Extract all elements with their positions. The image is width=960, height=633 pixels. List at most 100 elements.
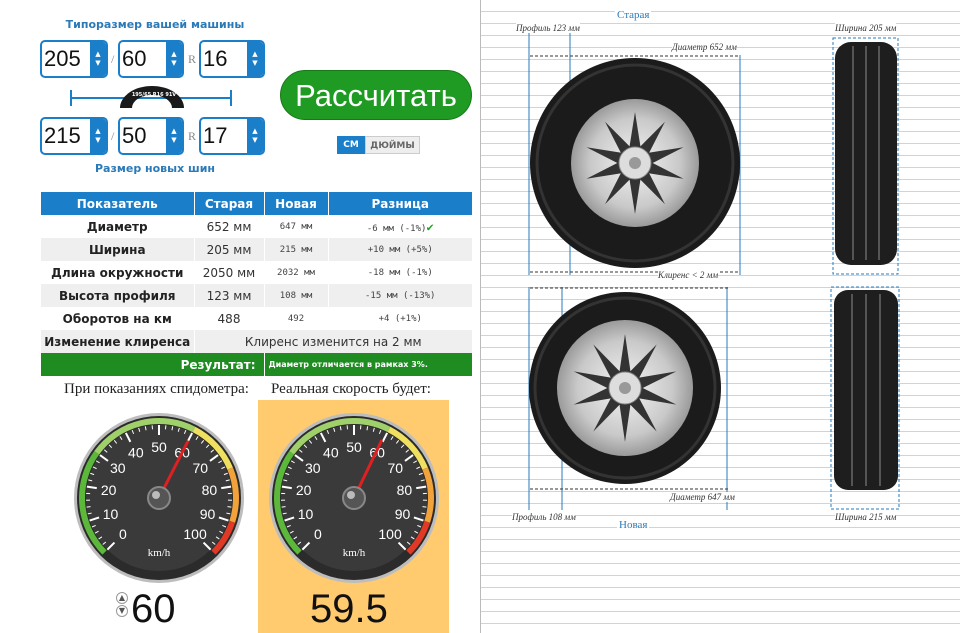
r-separator: R — [188, 52, 197, 66]
new-width-label: Ширина 215 мм — [835, 512, 897, 522]
speed-input-value[interactable]: 60 — [131, 587, 176, 632]
spinner-up-icon[interactable]: ▲ — [116, 592, 128, 604]
new-tire-side-image — [529, 292, 721, 484]
tire-badge-text: 195/65 R16 91V — [131, 92, 177, 98]
gauge-tick — [227, 506, 232, 508]
speedometer-caption: При показаниях спидометра: — [64, 381, 249, 397]
gauge-tick-label: 90 — [200, 506, 216, 522]
new-width-value: 215 — [44, 123, 81, 148]
table-row: Высота профиля 123 мм 108 мм -15 мм (-13… — [41, 284, 473, 307]
gauge-hub-highlight — [347, 491, 355, 499]
gauge-tick-label: 0 — [314, 526, 322, 542]
header-diff: Разница — [328, 192, 473, 215]
row-diff: +10 мм (+5%) — [328, 238, 473, 261]
spinner-arrows-icon[interactable]: ▲ ▼ — [90, 119, 106, 153]
row-old: 2050 мм — [194, 261, 265, 284]
real-speed-gauge: 0102030405060708090100km/h — [269, 413, 439, 583]
gauge-hub — [342, 486, 366, 510]
new-profile-label: Профиль 108 мм — [512, 512, 576, 522]
spinner-arrows-icon[interactable]: ▲ ▼ — [166, 42, 182, 76]
gauge-tick-label: 100 — [183, 526, 207, 542]
row-old: 488 — [194, 307, 265, 330]
gauge-tick-label: 50 — [151, 439, 167, 455]
gauge-hub — [147, 486, 171, 510]
gauge-tick-label: 0 — [119, 526, 127, 542]
unit-cm-toggle[interactable]: СМ — [337, 136, 365, 154]
tire-link-graphic — [70, 86, 232, 108]
tire-diagram — [528, 32, 900, 510]
gauge-tick — [86, 506, 91, 508]
old-profile-value: 60 — [122, 46, 147, 71]
slash-separator: / — [111, 129, 115, 143]
new-diagram-title: Новая — [617, 519, 650, 531]
gauge-tick — [281, 506, 286, 508]
table-header-row: Показатель Старая Новая Разница — [41, 192, 473, 215]
gauge-unit-label: km/h — [148, 547, 171, 559]
row-name: Диаметр — [41, 215, 195, 238]
speed-spinner[interactable]: ▲ ▼ — [116, 592, 128, 618]
gauge-tick-label: 40 — [128, 445, 144, 461]
spinner-down-icon[interactable]: ▼ — [116, 605, 128, 617]
gauge-tick-label: 70 — [387, 460, 403, 476]
table-row: Ширина 205 мм 215 мм +10 мм (+5%) — [41, 238, 473, 261]
gauge-tick-label: 80 — [397, 482, 413, 498]
gauge-tick-label: 100 — [378, 526, 402, 542]
new-profile-value: 50 — [122, 123, 147, 148]
gauge-tick-label: 10 — [298, 506, 314, 522]
real-speed-caption: Реальная скорость будет: — [271, 381, 431, 397]
result-row: Результат: Диаметр отличается в рамках 3… — [41, 353, 473, 376]
calculate-button[interactable]: Рассчитать — [280, 70, 472, 120]
row-name: Высота профиля — [41, 284, 195, 307]
clearance-label: Изменение клиренса — [41, 330, 195, 353]
clearance-value: Клиренс изменится на 2 мм — [194, 330, 473, 353]
new-rim-select[interactable]: 17 ▲ ▼ — [199, 117, 265, 155]
row-name: Длина окружности — [41, 261, 195, 284]
row-new: 492 — [264, 307, 329, 330]
gauge-tick-label: 30 — [305, 460, 321, 476]
comparison-table: Показатель Старая Новая Разница Диаметр … — [41, 192, 473, 376]
check-icon: ✔ — [426, 219, 434, 234]
old-width-select[interactable]: 205 ▲ ▼ — [40, 40, 108, 78]
new-size-title: Размер новых шин — [94, 162, 215, 175]
old-tire-tread-image — [835, 42, 897, 265]
slash-separator: / — [111, 52, 115, 66]
gauge-tick-label: 90 — [395, 506, 411, 522]
old-width-value: 205 — [44, 46, 81, 71]
row-name: Оборотов на км — [41, 307, 195, 330]
new-width-select[interactable]: 215 ▲ ▼ — [40, 117, 108, 155]
unit-inch-toggle[interactable]: ДЮЙМЫ — [365, 136, 420, 154]
clearance-diagram-label: Клиренс < 2 мм — [658, 270, 719, 280]
old-diagram-title: Старая — [615, 9, 652, 21]
row-diff: -6 мм (-1%)✔ — [328, 215, 473, 238]
old-width-label: Ширина 205 мм — [835, 23, 897, 33]
row-name: Ширина — [41, 238, 195, 261]
row-new: 2032 мм — [264, 261, 329, 284]
old-tire-side-image — [530, 58, 740, 268]
gauge-tick-label: 70 — [192, 460, 208, 476]
spinner-arrows-icon[interactable]: ▲ ▼ — [90, 42, 106, 76]
gauge-tick-label: 30 — [110, 460, 126, 476]
new-profile-select[interactable]: 50 ▲ ▼ — [118, 117, 184, 155]
spinner-arrows-icon[interactable]: ▲ ▼ — [247, 119, 263, 153]
speedometer-gauge: 0102030405060708090100km/h — [74, 413, 244, 583]
result-label: Результат: — [41, 353, 265, 376]
row-new: 215 мм — [264, 238, 329, 261]
gauge-tick-label: 20 — [101, 482, 117, 498]
spinner-arrows-icon[interactable]: ▲ ▼ — [247, 42, 263, 76]
clearance-row: Изменение клиренса Клиренс изменится на … — [41, 330, 473, 353]
old-rim-value: 16 — [203, 46, 228, 71]
result-value: Диаметр отличается в рамках 3%. — [264, 353, 473, 376]
new-diameter-label: Диаметр 647 мм — [670, 492, 735, 502]
gauge-unit-label: km/h — [343, 547, 366, 559]
old-rim-select[interactable]: 16 ▲ ▼ — [199, 40, 265, 78]
row-new: 108 мм — [264, 284, 329, 307]
old-profile-select[interactable]: 60 ▲ ▼ — [118, 40, 184, 78]
gauge-tick-label: 40 — [323, 445, 339, 461]
row-old: 652 мм — [194, 215, 265, 238]
header-new: Новая — [264, 192, 329, 215]
row-old: 123 мм — [194, 284, 265, 307]
gauge-tick-label: 80 — [202, 482, 218, 498]
real-speed-value: 59.5 — [310, 587, 388, 631]
header-old: Старая — [194, 192, 265, 215]
spinner-arrows-icon[interactable]: ▲ ▼ — [166, 119, 182, 153]
